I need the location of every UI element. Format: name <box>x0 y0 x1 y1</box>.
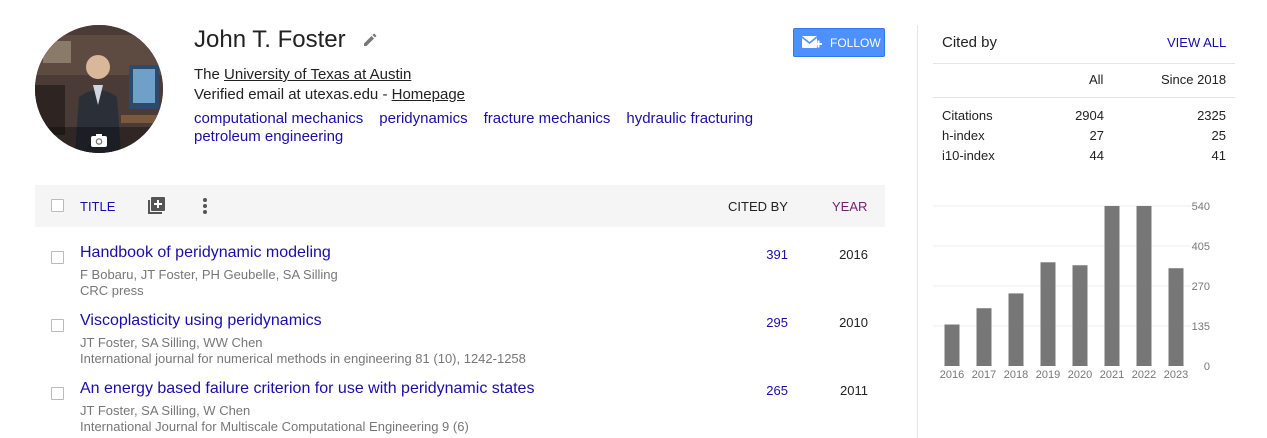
table-row: Viscoplasticity using peridynamics JT Fo… <box>35 312 885 372</box>
homepage-link[interactable]: Homepage <box>392 86 465 103</box>
row-checkbox[interactable] <box>51 387 64 400</box>
x-tick-label: 2021 <box>1100 369 1124 381</box>
x-tick-label: 2020 <box>1068 369 1092 381</box>
sidebar-divider <box>917 25 918 438</box>
cited-by-title: Cited by <box>942 34 998 51</box>
article-title[interactable]: An energy based failure criterion for us… <box>80 380 534 398</box>
profile-photo[interactable] <box>35 25 163 153</box>
chart-bar[interactable] <box>1168 268 1184 366</box>
cited-by-count[interactable]: 391 <box>766 247 788 262</box>
chart-bar[interactable] <box>1008 293 1024 366</box>
articles-table-header: TITLE CITED BY YEAR <box>35 185 885 227</box>
sort-by-cited[interactable]: CITED BY <box>728 199 788 214</box>
camera-icon <box>91 134 107 147</box>
affiliation: The University of Texas at Austin <box>194 66 411 83</box>
y-tick-label: 0 <box>1204 361 1210 373</box>
metric-all: 2904 <box>1075 108 1104 123</box>
cited-by-count[interactable]: 265 <box>766 383 788 398</box>
metric-all: 27 <box>1089 128 1104 143</box>
metric-label[interactable]: Citations <box>942 108 993 123</box>
row-checkbox[interactable] <box>51 251 64 264</box>
email-text: Verified email at utexas.edu - <box>194 86 388 103</box>
sort-by-year[interactable]: YEAR <box>832 199 867 214</box>
affiliation-prefix: The <box>194 66 220 83</box>
more-options-icon[interactable] <box>197 196 213 216</box>
row-checkbox[interactable] <box>51 319 64 332</box>
interest-link[interactable]: peridynamics <box>379 110 467 128</box>
article-venue: International Journal for Multiscale Com… <box>80 419 469 434</box>
chart-bar[interactable] <box>1104 206 1120 366</box>
edit-icon[interactable] <box>362 32 378 48</box>
article-year: 2011 <box>840 383 868 398</box>
cited-by-count[interactable]: 295 <box>766 315 788 330</box>
chart-bar[interactable] <box>944 324 960 366</box>
interest-link[interactable]: computational mechanics <box>194 110 363 128</box>
chart-bar[interactable] <box>1040 262 1056 366</box>
affiliation-link[interactable]: University of Texas at Austin <box>224 66 411 83</box>
metric-label[interactable]: h-index <box>942 128 985 143</box>
metric-label[interactable]: i10-index <box>942 148 995 163</box>
change-photo-overlay[interactable] <box>35 127 163 153</box>
article-title[interactable]: Viscoplasticity using peridynamics <box>80 312 322 330</box>
research-interests: computational mechanics peridynamics fract… <box>194 110 794 146</box>
mail-add-icon <box>802 35 822 48</box>
y-tick-label: 135 <box>1192 321 1210 333</box>
select-all-checkbox[interactable] <box>51 199 64 212</box>
y-tick-label: 270 <box>1192 281 1210 293</box>
metric-since: 41 <box>1211 148 1226 163</box>
x-tick-label: 2019 <box>1036 369 1060 381</box>
chart-bar[interactable] <box>1072 265 1088 366</box>
follow-button[interactable]: FOLLOW <box>793 28 885 57</box>
interest-link[interactable]: fracture mechanics <box>484 110 611 128</box>
article-year: 2016 <box>839 247 868 262</box>
table-row: Handbook of peridynamic modeling F Bobar… <box>35 244 885 304</box>
chart-bar[interactable] <box>976 308 992 366</box>
y-tick-label: 405 <box>1192 241 1210 253</box>
metric-since: 25 <box>1211 128 1226 143</box>
column-header-all: All <box>1089 72 1104 87</box>
article-authors: JT Foster, SA Silling, W Chen <box>80 403 251 418</box>
verified-email: Verified email at utexas.edu - Homepage <box>194 86 465 103</box>
follow-label: FOLLOW <box>830 35 881 50</box>
add-articles-icon[interactable] <box>146 196 166 216</box>
article-authors: F Bobaru, JT Foster, PH Geubelle, SA Sil… <box>80 267 338 282</box>
metric-all: 44 <box>1089 148 1104 163</box>
interest-link[interactable]: petroleum engineering <box>194 128 343 146</box>
cited-by-divider <box>933 63 1235 64</box>
metrics-header-divider <box>933 97 1235 98</box>
article-venue: International journal for numerical meth… <box>80 351 526 366</box>
metric-since: 2325 <box>1197 108 1226 123</box>
x-tick-label: 2016 <box>940 369 964 381</box>
x-tick-label: 2022 <box>1132 369 1156 381</box>
profile-name: John T. Foster <box>194 26 346 53</box>
x-tick-label: 2018 <box>1004 369 1028 381</box>
article-year: 2010 <box>839 315 868 330</box>
citations-chart: 0 135 270 405 540 2016 2017 2018 2019 2020 2021 202… <box>933 201 1210 381</box>
sort-by-title[interactable]: TITLE <box>80 199 115 214</box>
article-venue: CRC press <box>80 283 144 298</box>
table-row: An energy based failure criterion for us… <box>35 380 885 438</box>
interest-link[interactable]: hydraulic fracturing <box>626 110 753 128</box>
column-header-since: Since 2018 <box>1161 72 1227 87</box>
article-title[interactable]: Handbook of peridynamic modeling <box>80 244 331 262</box>
view-all-link[interactable]: VIEW ALL <box>1167 35 1226 50</box>
x-tick-label: 2023 <box>1164 369 1188 381</box>
x-tick-label: 2017 <box>972 369 996 381</box>
y-tick-label: 540 <box>1192 201 1210 213</box>
article-authors: JT Foster, SA Silling, WW Chen <box>80 335 263 350</box>
chart-bar[interactable] <box>1136 206 1152 366</box>
